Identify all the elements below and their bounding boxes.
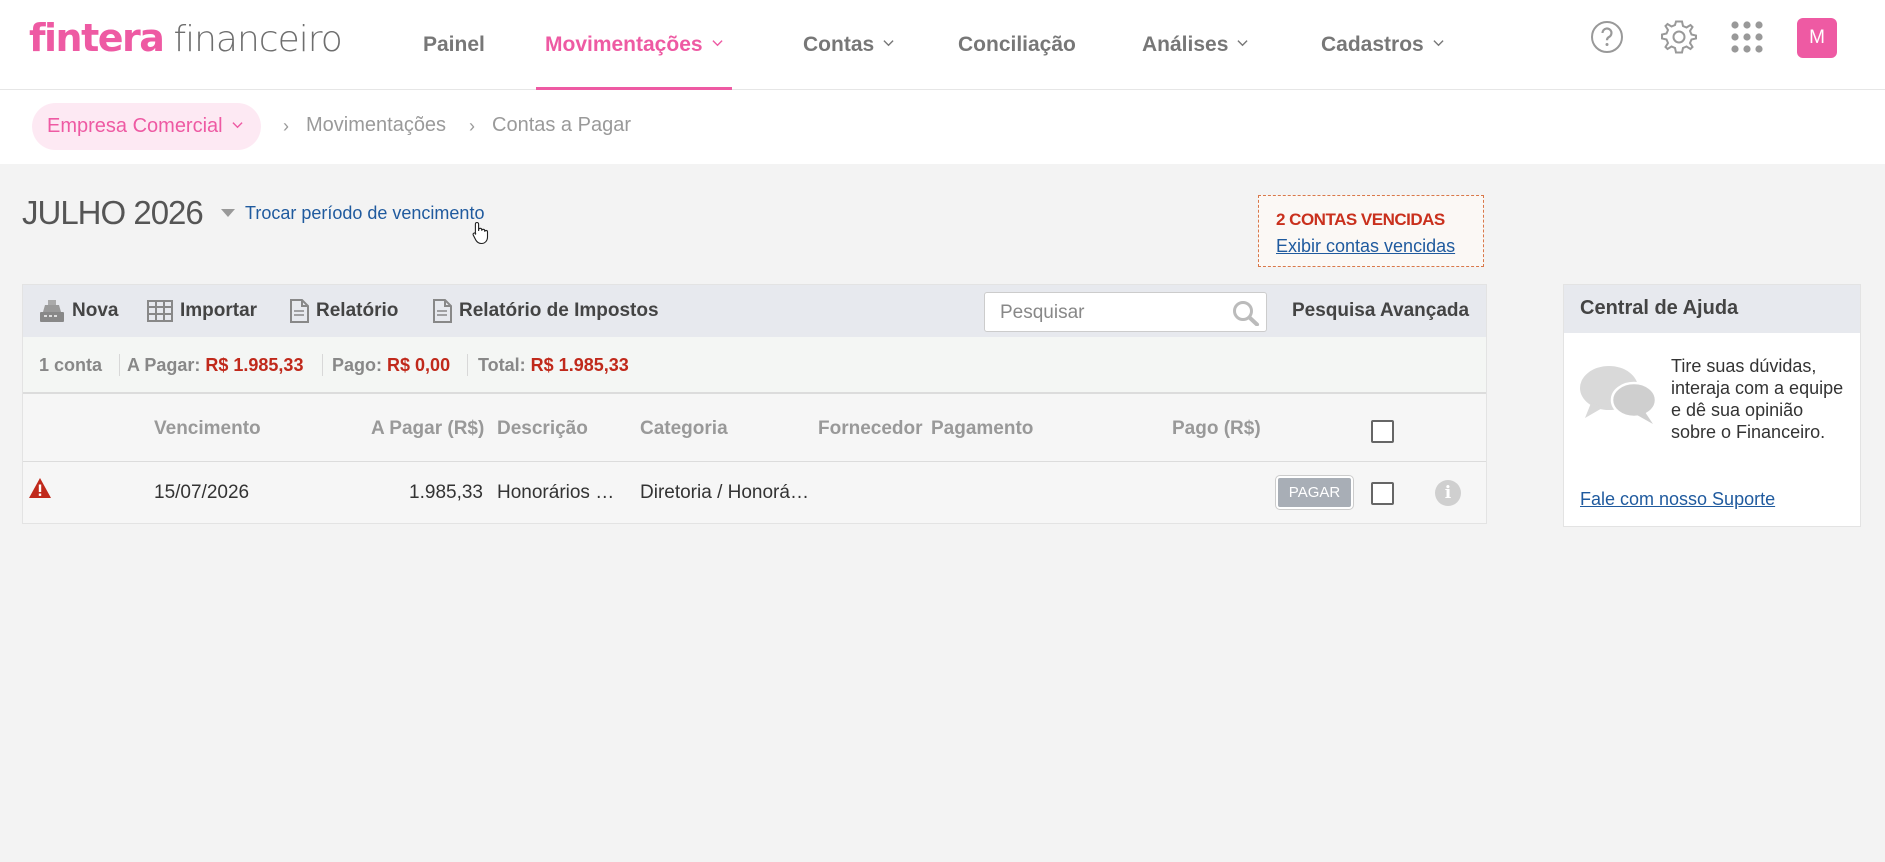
nav-item-contas[interactable]: Contas: [803, 0, 894, 89]
cell-to-pay: 1.985,33: [409, 482, 483, 503]
to-pay-label: A Pagar:: [127, 355, 201, 375]
search-box: [984, 292, 1267, 332]
col-category[interactable]: Categoria: [640, 418, 728, 440]
col-supplier[interactable]: Fornecedor: [818, 418, 923, 440]
divider: [322, 354, 323, 376]
cell-category: Diretoria / Honorá…: [640, 482, 809, 503]
hand-cursor-icon: [472, 221, 489, 245]
col-due[interactable]: Vencimento: [154, 418, 261, 440]
caret-down-icon[interactable]: [221, 209, 235, 217]
nav-item-cadastros[interactable]: Cadastros: [1321, 0, 1444, 89]
import-button-label: Importar: [180, 300, 258, 321]
breadcrumb-separator-icon: ›: [283, 116, 289, 136]
company-name: Empresa Comercial: [47, 115, 223, 137]
nav-item-label: Contas: [803, 32, 875, 56]
nav-item-label: Movimentações: [545, 32, 703, 56]
toolbar: Nova Importar Relatório Relatório de Imp…: [23, 285, 1486, 337]
tax-report-button-label: Relatório de Impostos: [459, 300, 659, 321]
breadcrumb-contas-a-pagar: Contas a Pagar: [492, 114, 631, 136]
chat-bubbles-icon: [1579, 363, 1658, 432]
paid-summary: Pago: R$ 0,00: [332, 355, 450, 376]
top-navbar: fintera financeiro Painel Movimentações …: [0, 0, 1885, 90]
tax-report-button[interactable]: Relatório de Impostos: [432, 285, 659, 337]
report-button[interactable]: Relatório: [289, 285, 398, 337]
apps-grid-icon[interactable]: [1729, 19, 1765, 55]
col-description[interactable]: Descrição: [497, 418, 588, 440]
company-selector[interactable]: Empresa Comercial: [32, 103, 261, 150]
nav-item-painel[interactable]: Painel: [423, 0, 485, 89]
account-count: 1 conta: [39, 355, 103, 375]
table-header: Vencimento A Pagar (R$) Descrição Catego…: [23, 396, 1486, 462]
search-icon[interactable]: [1232, 300, 1260, 331]
col-payment[interactable]: Pagamento: [931, 418, 1033, 440]
total-summary: Total: R$ 1.985,33: [478, 355, 629, 376]
overdue-count: 2 CONTAS VENCIDAS: [1276, 210, 1445, 229]
cash-register-icon: [39, 299, 65, 323]
payables-panel: Nova Importar Relatório Relatório de Imp…: [22, 284, 1487, 524]
period-title: JULHO 2026: [22, 194, 204, 231]
info-icon[interactable]: i: [1435, 480, 1461, 506]
document-icon: [289, 299, 309, 323]
cell-due: 15/07/2026: [154, 482, 250, 503]
pay-button[interactable]: PAGAR: [1276, 476, 1353, 509]
row-checkbox[interactable]: [1371, 482, 1394, 505]
nav-item-conciliacao[interactable]: Conciliação: [958, 0, 1076, 89]
select-all-checkbox[interactable]: [1371, 420, 1394, 443]
logo-product: financeiro: [173, 19, 342, 60]
divider: [467, 354, 468, 376]
help-center-box: Central de Ajuda Tire suas dúvidas, inte…: [1563, 284, 1861, 527]
summary-bar: 1 conta A Pagar: R$ 1.985,33 Pago: R$ 0,…: [23, 337, 1486, 394]
col-to-pay[interactable]: A Pagar (R$): [371, 418, 484, 440]
gear-icon[interactable]: [1661, 19, 1697, 55]
chevron-down-icon: [711, 40, 723, 47]
overdue-alert: 2 CONTAS VENCIDAS Exibir contas vencidas: [1258, 195, 1484, 267]
breadcrumb-separator-icon: ›: [469, 116, 475, 136]
chevron-down-icon: [883, 40, 894, 47]
help-title: Central de Ajuda: [1564, 285, 1860, 333]
user-avatar[interactable]: M: [1797, 18, 1837, 58]
chevron-down-icon: [1237, 40, 1248, 47]
change-period-link[interactable]: Trocar período de vencimento: [245, 203, 484, 224]
show-overdue-link[interactable]: Exibir contas vencidas: [1276, 236, 1483, 257]
total-label: Total:: [478, 355, 526, 375]
to-pay-value: R$ 1.985,33: [205, 355, 304, 375]
paid-value: R$ 0,00: [387, 355, 451, 375]
help-text: Tire suas dúvidas, interaja com a equipe…: [1671, 356, 1844, 442]
contact-support-link[interactable]: Fale com nosso Suporte: [1580, 489, 1775, 510]
divider: [119, 354, 120, 376]
table-row[interactable]: 15/07/2026 1.985,33 Honorários … Diretor…: [23, 462, 1486, 524]
app-logo[interactable]: fintera financeiro: [29, 16, 343, 60]
logo-brand: fintera: [29, 16, 165, 60]
nav-item-label: Conciliação: [958, 32, 1076, 56]
nav-item-movimentacoes[interactable]: Movimentações: [536, 0, 732, 90]
import-button[interactable]: Importar: [147, 285, 257, 337]
total-value: R$ 1.985,33: [530, 355, 629, 375]
nav-item-label: Painel: [423, 32, 485, 56]
warning-icon: [28, 477, 52, 505]
table-icon: [147, 300, 173, 322]
document-icon: [432, 299, 452, 323]
nav-item-analises[interactable]: Análises: [1142, 0, 1248, 89]
col-paid[interactable]: Pago (R$): [1172, 418, 1261, 440]
nav-item-label: Análises: [1142, 32, 1229, 56]
cell-description: Honorários …: [497, 482, 615, 503]
chevron-down-icon: [1433, 40, 1444, 47]
new-button[interactable]: Nova: [39, 285, 118, 337]
help-icon[interactable]: [1589, 19, 1625, 55]
paid-label: Pago:: [332, 355, 383, 375]
to-pay-summary: A Pagar: R$ 1.985,33: [127, 355, 303, 376]
chevron-down-icon: [232, 122, 243, 129]
search-input[interactable]: [1000, 302, 1220, 324]
breadcrumb-bar: Empresa Comercial › Movimentações › Cont…: [0, 90, 1885, 164]
advanced-search-link[interactable]: Pesquisa Avançada: [1292, 285, 1469, 337]
breadcrumb-movimentacoes[interactable]: Movimentações: [306, 114, 446, 137]
new-button-label: Nova: [72, 300, 119, 321]
report-button-label: Relatório: [316, 300, 399, 321]
nav-item-label: Cadastros: [1321, 32, 1424, 56]
